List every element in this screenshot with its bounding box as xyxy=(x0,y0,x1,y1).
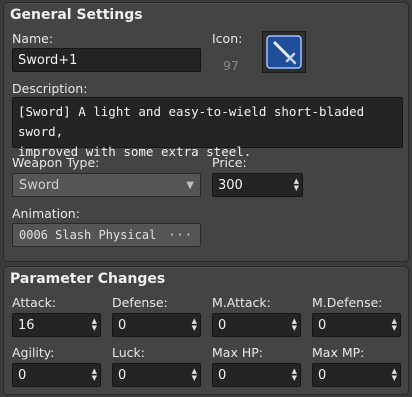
param-attack-stepper[interactable]: 16 ▲ ▼ xyxy=(12,313,101,337)
param-value: 0 xyxy=(318,317,327,333)
param-label-attack: Attack: xyxy=(12,295,57,310)
weapon-type-label: Weapon Type: xyxy=(12,155,100,170)
parameter-changes-title: Parameter Changes xyxy=(10,271,166,287)
spin-arrows-icon[interactable]: ▲ ▼ xyxy=(92,368,97,382)
animation-selector[interactable]: 0006 Slash Physical ··· xyxy=(12,223,201,247)
param-label-mattack: M.Attack: xyxy=(212,295,271,310)
spin-arrows-icon[interactable]: ▲ ▼ xyxy=(392,318,397,332)
spin-arrows-icon[interactable]: ▲ ▼ xyxy=(192,368,197,382)
animation-value: 0006 Slash Physical xyxy=(19,228,157,242)
param-value: 0 xyxy=(118,367,127,383)
weapon-type-select[interactable]: Sword ▼ xyxy=(12,173,201,197)
param-luck-stepper[interactable]: 0 ▲ ▼ xyxy=(112,363,201,387)
description-field[interactable]: [Sword] A light and easy-to-wield short-… xyxy=(12,97,403,159)
param-value: 0 xyxy=(218,317,227,333)
spin-arrows-icon[interactable]: ▲ ▼ xyxy=(92,318,97,332)
icon-index: 97 xyxy=(223,58,239,73)
param-value: 0 xyxy=(318,367,327,383)
param-mattack-stepper[interactable]: 0 ▲ ▼ xyxy=(212,313,301,337)
animation-label: Animation: xyxy=(12,206,80,221)
param-value: 0 xyxy=(18,367,27,383)
price-stepper[interactable]: 300 ▲ ▼ xyxy=(212,173,303,197)
param-label-agility: Agility: xyxy=(12,345,55,360)
name-value: Sword+1 xyxy=(18,52,78,68)
param-mdefense-stepper[interactable]: 0 ▲ ▼ xyxy=(312,313,401,337)
icon-picker[interactable] xyxy=(262,31,306,73)
sword-icon xyxy=(266,35,302,69)
weapon-type-value: Sword xyxy=(19,177,60,193)
name-field[interactable]: Sword+1 xyxy=(12,48,201,72)
general-settings-title: General Settings xyxy=(10,7,143,23)
param-label-maxmp: Max MP: xyxy=(312,345,365,360)
icon-label: Icon: xyxy=(212,31,243,46)
name-label: Name: xyxy=(12,31,54,46)
spin-arrows-icon[interactable]: ▲ ▼ xyxy=(294,178,299,192)
param-agility-stepper[interactable]: 0 ▲ ▼ xyxy=(12,363,101,387)
param-label-mdefense: M.Defense: xyxy=(312,295,383,310)
param-value: 16 xyxy=(18,317,35,333)
spin-arrows-icon[interactable]: ▲ ▼ xyxy=(392,368,397,382)
chevron-down-icon: ▼ xyxy=(186,179,194,191)
price-value: 300 xyxy=(218,177,243,193)
param-maxhp-stepper[interactable]: 0 ▲ ▼ xyxy=(212,363,301,387)
price-label: Price: xyxy=(212,155,247,170)
param-maxmp-stepper[interactable]: 0 ▲ ▼ xyxy=(312,363,401,387)
spin-arrows-icon[interactable]: ▲ ▼ xyxy=(292,368,297,382)
ellipsis-icon: ··· xyxy=(168,228,193,242)
param-value: 0 xyxy=(118,317,127,333)
spin-arrows-icon[interactable]: ▲ ▼ xyxy=(192,318,197,332)
param-defense-stepper[interactable]: 0 ▲ ▼ xyxy=(112,313,201,337)
parameter-changes-group: Parameter Changes Attack: 16 ▲ ▼ Defense:… xyxy=(3,266,409,395)
param-label-defense: Defense: xyxy=(112,295,168,310)
description-label: Description: xyxy=(12,81,88,96)
param-value: 0 xyxy=(218,367,227,383)
param-label-luck: Luck: xyxy=(112,345,145,360)
general-settings-group: General Settings Name: Sword+1 Icon: 97 … xyxy=(3,2,409,262)
param-label-maxhp: Max HP: xyxy=(212,345,263,360)
spin-arrows-icon[interactable]: ▲ ▼ xyxy=(292,318,297,332)
